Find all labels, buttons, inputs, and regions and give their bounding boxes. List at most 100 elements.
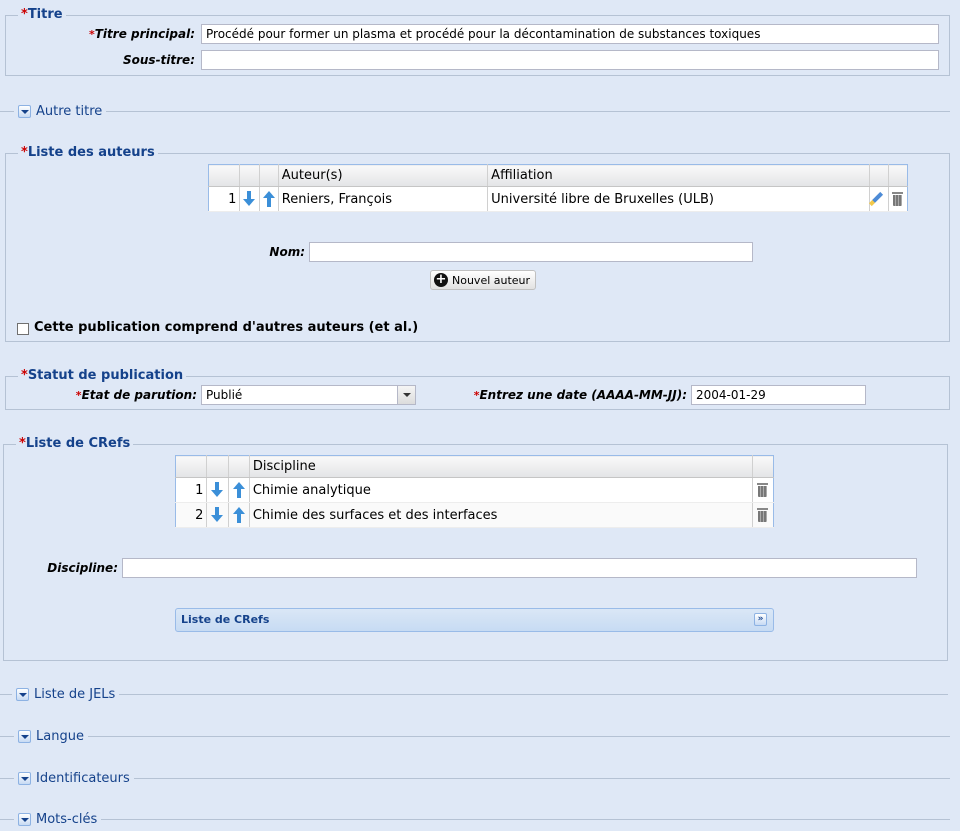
divider — [0, 111, 950, 112]
statut-legend: *Statut de publication — [18, 368, 187, 384]
pencil-icon[interactable] — [868, 191, 883, 207]
crefs-grid-header: Discipline — [175, 455, 774, 478]
move-down-button[interactable] — [206, 502, 229, 528]
auteurs-grid: Auteur(s) Affiliation 1 Reniers, Françoi… — [208, 164, 908, 212]
row-number: 1 — [175, 477, 208, 503]
nouvel-auteur-button[interactable]: + Nouvel auteur — [430, 270, 537, 290]
discipline-label: Discipline: — [47, 561, 118, 575]
jels-section: Liste de JELs — [0, 685, 948, 703]
dropdown-arrow-icon[interactable] — [397, 386, 415, 404]
col-num-header — [208, 164, 241, 187]
affiliation-cell: Université libre de Bruxelles (ULB) — [487, 186, 870, 212]
table-row[interactable]: 1 Chimie analytique — [175, 477, 774, 503]
nom-input[interactable] — [309, 242, 753, 262]
divider — [0, 819, 950, 820]
auteurs-fieldset: *Liste des auteurs Auteur(s) Affiliation… — [5, 145, 950, 342]
titre-legend: *Titre — [18, 7, 66, 23]
langue-section: Langue — [0, 727, 950, 745]
move-up-button[interactable] — [228, 477, 250, 503]
col-up-header — [228, 455, 250, 478]
col-num-header — [175, 455, 208, 478]
move-down-button[interactable] — [206, 477, 229, 503]
auteurs-legend: *Liste des auteurs — [18, 145, 158, 161]
autre-titre-label: Autre titre — [36, 103, 103, 119]
jels-header[interactable]: Liste de JELs — [12, 685, 120, 703]
col-up-header — [259, 164, 279, 187]
discipline-cell: Chimie des surfaces et des interfaces — [249, 502, 753, 528]
date-label: *Entrez une date (AAAA-MM-JJ): — [473, 388, 687, 402]
etat-selected-value: Publié — [206, 388, 243, 402]
mots-cles-header[interactable]: Mots-clés — [14, 810, 102, 828]
autre-titre-header[interactable]: Autre titre — [14, 102, 107, 120]
col-down-header — [206, 455, 229, 478]
table-row[interactable]: 2 Chimie des surfaces et des interfaces — [175, 502, 774, 528]
arrow-down-icon[interactable] — [243, 191, 256, 207]
identificateurs-label: Identificateurs — [36, 770, 130, 786]
row-number: 1 — [208, 186, 241, 212]
et-al-label[interactable]: Cette publication comprend d'autres aute… — [34, 320, 418, 335]
divider — [0, 778, 950, 779]
trash-icon[interactable] — [892, 192, 904, 206]
jels-label: Liste de JELs — [34, 686, 116, 702]
expand-toggle-icon[interactable] — [18, 104, 31, 118]
crefs-panel-header[interactable]: Liste de CRefs » — [175, 608, 774, 632]
divider — [0, 694, 948, 695]
titre-principal-label: *Titre principal: — [88, 27, 195, 41]
expand-toggle-icon[interactable] — [18, 771, 31, 785]
expand-toggle-icon[interactable] — [18, 812, 31, 826]
langue-header[interactable]: Langue — [14, 727, 88, 745]
statut-fieldset: *Statut de publication *Etat de parution… — [5, 368, 950, 410]
langue-label: Langue — [36, 728, 84, 744]
col-edit-header — [869, 164, 889, 187]
crefs-fieldset: *Liste de CRefs Discipline 1 Chimie anal… — [3, 436, 948, 661]
titre-fieldset: *Titre *Titre principal: Procédé pour fo… — [5, 7, 950, 76]
etat-select[interactable]: Publié — [201, 385, 416, 405]
table-row[interactable]: 1 Reniers, François Université libre de … — [208, 186, 908, 212]
crefs-legend: *Liste de CRefs — [16, 436, 134, 452]
expand-toggle-icon[interactable] — [18, 729, 31, 743]
edit-button[interactable] — [868, 186, 889, 212]
col-down-header — [239, 164, 260, 187]
identificateurs-section: Identificateurs — [0, 769, 950, 787]
nom-label: Nom: — [269, 245, 305, 259]
etat-label: *Etat de parution: — [75, 388, 197, 402]
titre-principal-input[interactable]: Procédé pour former un plasma et procédé… — [201, 24, 939, 44]
identificateurs-header[interactable]: Identificateurs — [14, 769, 134, 787]
crefs-grid: Discipline 1 Chimie analytique 2 Chimie … — [175, 455, 774, 528]
mots-cles-section: Mots-clés — [0, 810, 950, 828]
move-up-button[interactable] — [228, 502, 250, 528]
move-up-button[interactable] — [259, 186, 279, 212]
discipline-input[interactable] — [122, 558, 917, 578]
nouvel-auteur-label: Nouvel auteur — [452, 273, 531, 287]
row-number: 2 — [175, 502, 208, 528]
col-delete-header — [752, 455, 774, 478]
col-auteur-header[interactable]: Auteur(s) — [278, 164, 489, 187]
date-input[interactable]: 2004-01-29 — [691, 385, 866, 405]
double-chevron-down-icon[interactable]: » — [754, 613, 767, 626]
mots-cles-label: Mots-clés — [36, 811, 98, 827]
sous-titre-label: Sous-titre: — [123, 53, 195, 67]
autre-titre-section: Autre titre — [0, 102, 950, 120]
arrow-up-icon[interactable] — [262, 191, 275, 207]
expand-toggle-icon[interactable] — [16, 687, 29, 701]
discipline-cell: Chimie analytique — [249, 477, 753, 503]
arrow-down-icon[interactable] — [211, 482, 224, 498]
col-delete-header — [888, 164, 908, 187]
plus-icon: + — [434, 272, 448, 287]
col-affiliation-header[interactable]: Affiliation — [487, 164, 870, 187]
auteur-cell: Reniers, François — [278, 186, 489, 212]
arrow-up-icon[interactable] — [232, 482, 245, 498]
auteurs-grid-header: Auteur(s) Affiliation — [208, 164, 908, 187]
et-al-checkbox[interactable] — [17, 323, 29, 335]
delete-button[interactable] — [752, 502, 774, 528]
trash-icon[interactable] — [757, 508, 769, 522]
trash-icon[interactable] — [757, 483, 769, 497]
sous-titre-input[interactable] — [201, 50, 939, 70]
col-discipline-header[interactable]: Discipline — [249, 455, 753, 478]
delete-button[interactable] — [888, 186, 908, 212]
move-down-button[interactable] — [239, 186, 260, 212]
delete-button[interactable] — [752, 477, 774, 503]
arrow-down-icon[interactable] — [211, 507, 224, 523]
divider — [0, 736, 950, 737]
arrow-up-icon[interactable] — [232, 507, 245, 523]
